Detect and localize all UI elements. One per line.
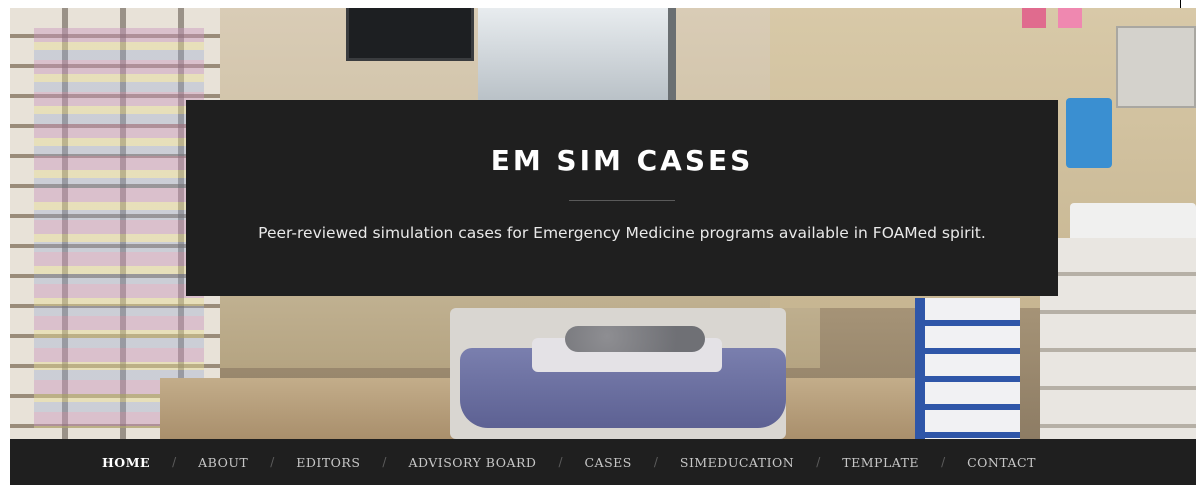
hero-pillow	[565, 326, 705, 352]
hero-window	[478, 8, 676, 103]
hero-counter	[1070, 203, 1196, 243]
hero-wall-dispenser	[1116, 26, 1196, 108]
hero-sticky-notes	[1022, 8, 1082, 28]
nav-item-editors[interactable]: EDITORS	[296, 455, 360, 470]
nav-menu: HOME / ABOUT / EDITORS / ADVISORY BOARD …	[102, 439, 1036, 485]
nav-item-contact[interactable]: CONTACT	[967, 455, 1036, 470]
nav-separator: /	[941, 455, 946, 469]
site-tagline: Peer-reviewed simulation cases for Emerg…	[258, 224, 986, 242]
nav-item-template[interactable]: TEMPLATE	[842, 455, 919, 470]
nav-separator: /	[270, 455, 275, 469]
site-branding-card: EM SIM CASES Peer-reviewed simulation ca…	[186, 100, 1058, 296]
site-title[interactable]: EM SIM CASES	[186, 144, 1058, 177]
hero-iv-bag	[1066, 98, 1112, 168]
hero-monitor	[346, 8, 474, 61]
title-divider	[569, 200, 675, 201]
hero-supply-bins	[34, 28, 204, 428]
main-navigation: HOME / ABOUT / EDITORS / ADVISORY BOARD …	[10, 439, 1196, 485]
nav-item-advisory-board[interactable]: ADVISORY BOARD	[408, 455, 536, 470]
nav-item-simeducation[interactable]: SIMEDUCATION	[680, 455, 794, 470]
nav-separator: /	[172, 455, 177, 469]
hero-drawer-cart	[915, 298, 1020, 439]
nav-separator: /	[558, 455, 563, 469]
nav-item-home[interactable]: HOME	[102, 455, 150, 470]
hero-supply-cabinet	[1040, 238, 1196, 439]
nav-separator: /	[382, 455, 387, 469]
nav-item-cases[interactable]: CASES	[584, 455, 631, 470]
nav-separator: /	[653, 455, 658, 469]
nav-separator: /	[816, 455, 821, 469]
nav-item-about[interactable]: ABOUT	[198, 455, 248, 470]
site-header: EM SIM CASES Peer-reviewed simulation ca…	[10, 8, 1196, 485]
